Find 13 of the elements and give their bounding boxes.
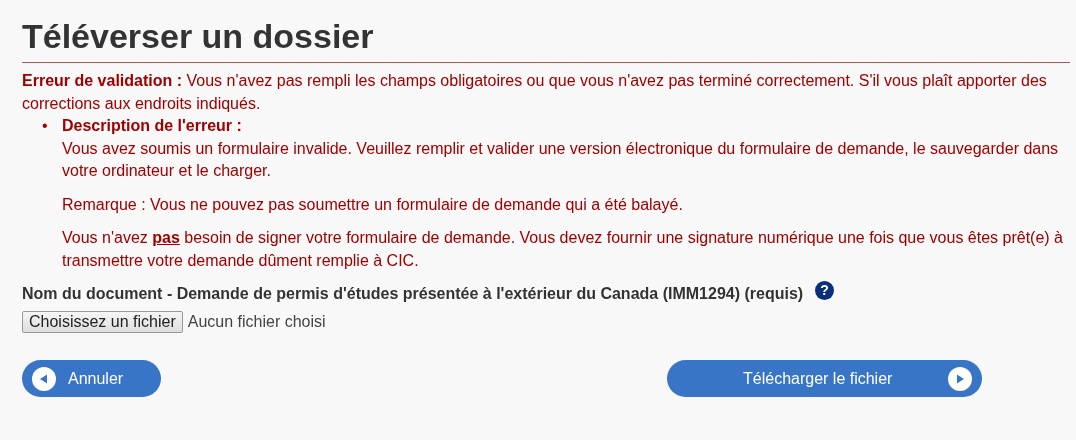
choose-file-button[interactable]: Choisissez un fichier bbox=[22, 311, 183, 333]
upload-button[interactable]: Télécharger le fichier bbox=[667, 360, 982, 397]
file-status: Aucun fichier choisi bbox=[187, 313, 326, 331]
list-bullet: • bbox=[42, 116, 48, 136]
field-label: Nom du document - Demande de permis d'études présentée à l'extérieur du Canada (IMM1294) (requis) bbox=[22, 285, 804, 303]
cancel-button[interactable]: Annuler bbox=[22, 360, 161, 397]
page-title: Téléverser un dossier bbox=[22, 14, 1070, 63]
error-description-heading: Description de l'erreur : bbox=[62, 117, 242, 134]
error-paragraph: Remarque : Vous ne pouvez pas soumettre un formulaire de demande qui a été balayé. bbox=[62, 194, 684, 215]
help-icon[interactable]: ? bbox=[815, 280, 835, 300]
error-paragraph: Vous n'avez pas besoin de signer votre formulaire de demande. Vous devez fournir une signature numérique une fois que vous êtes prêt(e) à transmettre votre demande dûment remplie à CIC. bbox=[62, 228, 1064, 271]
error-paragraph: Vous avez soumis un formulaire invalide. Veuillez remplir et valider une version électronique du formulaire de demande, le sauvegarder dans votre ordinateur et le charger. bbox=[62, 138, 1060, 181]
error-message: Erreur de validation : Vous n'avez pas rempli les champs obligatoires ou que vous n'avez pas terminé correctement. S'il vous plaît apporter des corrections aux endroits indiqués. bbox=[22, 71, 1048, 114]
